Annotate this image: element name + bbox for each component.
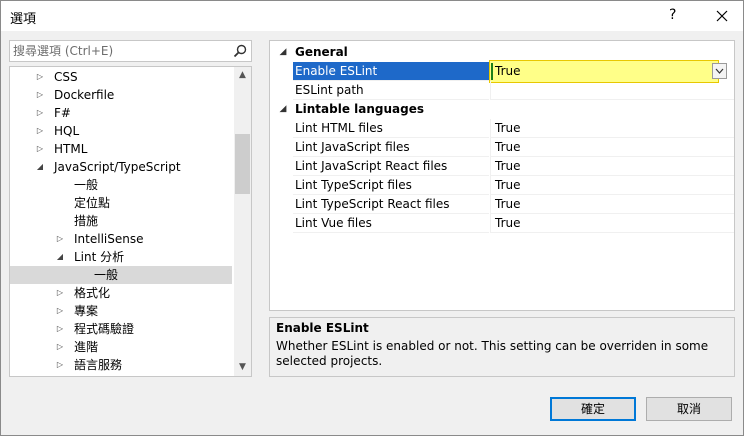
tree-item-label: 一般 (94, 268, 119, 282)
property-value[interactable]: True (490, 138, 734, 157)
collapsed-arrow-icon[interactable]: ▷ (54, 230, 66, 248)
tree-scrollbar[interactable]: ▲ ▼ (234, 67, 251, 376)
property-name[interactable]: Lint Vue files (293, 214, 489, 233)
property-value[interactable] (490, 81, 734, 100)
collapsed-arrow-icon[interactable]: ▷ (54, 356, 66, 374)
tree-item-label: Lint 分析 (74, 250, 125, 264)
tree-item[interactable]: 定位點 (10, 194, 232, 212)
edit-caret (491, 63, 493, 80)
collapsed-arrow-icon[interactable]: ▷ (34, 122, 46, 140)
tree-item[interactable]: ▷ IntelliSense (10, 230, 232, 248)
expanded-arrow-icon[interactable]: ◢ (54, 248, 66, 266)
property-row[interactable]: Lint JavaScript React files True (270, 157, 734, 176)
tree-item-label: 格式化 (74, 286, 111, 300)
tree-item-label: 專案 (74, 304, 99, 318)
tree-item-label: HTML (54, 142, 88, 156)
tree-item[interactable]: ▷ 格式化 (10, 284, 232, 302)
property-value[interactable]: True (490, 119, 734, 138)
search-input[interactable] (13, 43, 228, 59)
category-lintable-languages[interactable]: ◢ Lintable languages (270, 100, 734, 119)
title-bar: 選項 ? (1, 1, 743, 31)
collapsed-arrow-icon[interactable]: ▷ (34, 140, 46, 158)
property-row[interactable]: Lint Vue files True (270, 214, 734, 233)
expanded-arrow-icon[interactable]: ◢ (34, 158, 46, 176)
collapsed-arrow-icon[interactable]: ▷ (34, 104, 46, 122)
collapsed-arrow-icon[interactable]: ▷ (34, 68, 46, 86)
tree-item-label: 一般 (74, 178, 99, 192)
category-label: Lintable languages (295, 102, 425, 116)
scroll-down-icon[interactable]: ▼ (234, 359, 251, 376)
collapsed-arrow-icon[interactable]: ▷ (54, 320, 66, 338)
category-label: General (295, 45, 348, 59)
search-icon[interactable] (232, 43, 248, 59)
tree-item-label: F# (54, 106, 71, 120)
window-title: 選項 (10, 12, 37, 27)
tree-item[interactable]: ▷ HTML (10, 140, 232, 158)
options-dialog: 選項 ? ▷ CSS ▷ Dockerfile ▷ F# ▷ HQL ▷ HTML ◢ JavaScr… (0, 0, 744, 436)
search-box (9, 40, 252, 62)
property-row-enable-eslint[interactable]: Enable ESLint True (270, 60, 734, 83)
property-value[interactable]: True (490, 157, 734, 176)
property-name[interactable]: Lint TypeScript React files (293, 195, 489, 214)
tree-item[interactable]: ▷ 語言服務 (10, 356, 232, 374)
property-value[interactable]: True (490, 214, 734, 233)
scroll-up-icon[interactable]: ▲ (234, 67, 251, 84)
close-icon[interactable] (711, 5, 733, 27)
property-value-editor[interactable]: True (489, 60, 719, 83)
tree-item-label: IntelliSense (74, 232, 144, 246)
help-button[interactable]: ? (669, 7, 676, 23)
tree-item[interactable]: ▷ 進階 (10, 338, 232, 356)
collapsed-arrow-icon[interactable]: ▷ (34, 86, 46, 104)
property-value[interactable]: True (490, 195, 734, 214)
property-row[interactable]: Lint HTML files True (270, 119, 734, 138)
tree-item-label: JavaScript/TypeScript (54, 160, 181, 174)
property-name[interactable]: Enable ESLint (293, 62, 489, 81)
collapse-icon[interactable]: ◢ (276, 43, 290, 62)
property-name[interactable]: Lint TypeScript files (293, 176, 489, 195)
tree-item[interactable]: 一般 (10, 266, 232, 284)
tree-item-label: CSS (54, 70, 78, 84)
tree-item[interactable]: ▷ 程式碼驗證 (10, 320, 232, 338)
tree-item[interactable]: ▷ CSS (10, 68, 232, 86)
property-value: True (495, 64, 521, 78)
tree-item[interactable]: 一般 (10, 176, 232, 194)
description-text: Whether ESLint is enabled or not. This s… (276, 339, 709, 368)
property-row-eslint-path[interactable]: ESLint path (270, 81, 734, 100)
tree-item[interactable]: ▷ Dockerfile (10, 86, 232, 104)
collapsed-arrow-icon[interactable]: ▷ (54, 302, 66, 320)
tree-item[interactable]: 措施 (10, 212, 232, 230)
tree-item[interactable]: ◢ Lint 分析 (10, 248, 232, 266)
dropdown-button[interactable] (712, 63, 727, 79)
scroll-thumb[interactable] (235, 134, 250, 194)
property-row[interactable]: Lint TypeScript React files True (270, 195, 734, 214)
collapsed-arrow-icon[interactable]: ▷ (54, 284, 66, 302)
description-title: Enable ESLint (276, 321, 369, 335)
property-name[interactable]: ESLint path (293, 81, 489, 100)
tree-item[interactable]: ▷ 專案 (10, 302, 232, 320)
collapse-icon[interactable]: ◢ (276, 100, 290, 119)
property-row[interactable]: Lint JavaScript files True (270, 138, 734, 157)
tree-item-label: 定位點 (74, 196, 111, 210)
description-pane: Enable ESLint Whether ESLint is enabled … (269, 317, 735, 377)
tree-item-label: Dockerfile (54, 88, 115, 102)
cancel-button[interactable]: 取消 (646, 397, 732, 421)
ok-button[interactable]: 確定 (550, 397, 636, 421)
tree-item[interactable]: ▷ F# (10, 104, 232, 122)
property-value[interactable]: True (490, 176, 734, 195)
tree-item-label: 程式碼驗證 (74, 322, 135, 336)
property-grid: ◢ General Enable ESLint True ESLint path… (269, 40, 735, 311)
tree-item[interactable]: ◢ JavaScript/TypeScript (10, 158, 232, 176)
property-row[interactable]: Lint TypeScript files True (270, 176, 734, 195)
property-name[interactable]: Lint HTML files (293, 119, 489, 138)
property-name[interactable]: Lint JavaScript files (293, 138, 489, 157)
property-name[interactable]: Lint JavaScript React files (293, 157, 489, 176)
tree-item-label: HQL (54, 124, 80, 138)
tree-item-label: 語言服務 (74, 358, 123, 372)
collapsed-arrow-icon[interactable]: ▷ (54, 338, 66, 356)
tree-item[interactable]: ▷ HQL (10, 122, 232, 140)
tree-item-label: 措施 (74, 214, 99, 228)
options-tree: ▷ CSS ▷ Dockerfile ▷ F# ▷ HQL ▷ HTML ◢ JavaScript/T… (9, 66, 252, 377)
tree-item-label: 進階 (74, 340, 99, 354)
